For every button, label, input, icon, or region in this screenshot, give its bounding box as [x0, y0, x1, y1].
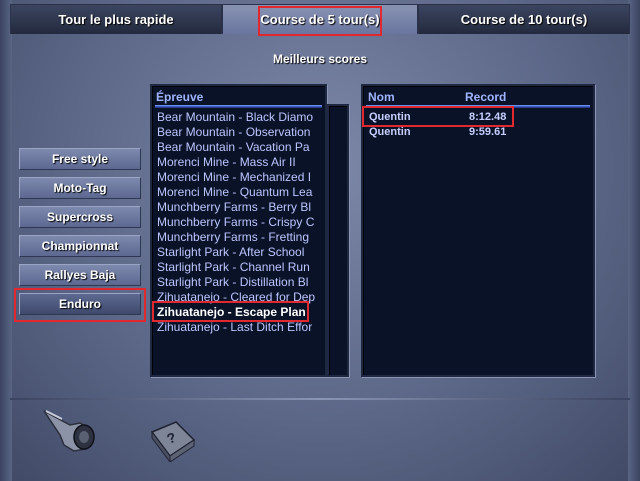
pointing-hand-icon[interactable] [40, 405, 102, 457]
mode-button-supercross[interactable]: Supercross [19, 206, 141, 228]
mode-button-baja-rally[interactable]: Rallyes Baja [19, 264, 141, 286]
track-list: Bear Mountain - Black Diamo Bear Mountai… [157, 110, 322, 335]
page-title: Meilleurs scores [272, 52, 368, 66]
score-record: 9:59.61 [469, 126, 507, 138]
list-item[interactable]: Munchberry Farms - Crispy C [157, 215, 322, 230]
list-item[interactable]: Munchberry Farms - Fretting [157, 230, 322, 245]
mode-button-championship[interactable]: Championnat [19, 235, 141, 257]
list-item[interactable]: Zihuatanejo - Last Ditch Effor [157, 320, 322, 335]
mode-button-freestyle[interactable]: Free style [19, 148, 141, 170]
score-name: Quentin [369, 111, 411, 123]
list-item[interactable]: Bear Mountain - Black Diamo [157, 110, 322, 125]
score-name: Quentin [369, 126, 411, 138]
list-item[interactable]: Morenci Mine - Quantum Lea [157, 185, 322, 200]
track-list-panel: Épreuve Bear Mountain - Black Diamo Bear… [150, 84, 327, 377]
track-header-divider [155, 105, 322, 108]
score-panel: Nom Record Quentin 8:12.48 Quentin 9:59.… [361, 84, 595, 377]
list-item[interactable]: Morenci Mine - Mechanized I [157, 170, 322, 185]
tab-5-laps[interactable]: Course de 5 tour(s) [222, 4, 418, 34]
score-row: Quentin 8:12.48 [369, 111, 584, 125]
track-column-header: Épreuve [156, 90, 204, 104]
record-column-header: Record [465, 90, 507, 104]
score-record: 8:12.48 [469, 111, 507, 123]
name-column-header: Nom [368, 90, 395, 104]
list-item[interactable]: Starlight Park - Channel Run [157, 260, 322, 275]
track-list-scrollbar[interactable] [327, 104, 349, 377]
mode-button-moto-tag[interactable]: Moto-Tag [19, 177, 141, 199]
list-item[interactable]: Bear Mountain - Vacation Pa [157, 140, 322, 155]
tab-fastest-lap[interactable]: Tour le plus rapide [10, 4, 222, 34]
list-item[interactable]: Zihuatanejo - Cleared for Dep [157, 290, 322, 305]
list-item[interactable]: Bear Mountain - Observation [157, 125, 322, 140]
list-item-selected[interactable]: Zihuatanejo - Escape Plan [157, 305, 322, 320]
tab-10-laps[interactable]: Course de 10 tour(s) [418, 4, 630, 34]
list-item[interactable]: Starlight Park - After School [157, 245, 322, 260]
mode-button-enduro[interactable]: Enduro [19, 293, 141, 315]
bottom-divider [10, 398, 630, 400]
help-book-icon[interactable]: ? [148, 418, 198, 464]
frame-edge-left [0, 0, 12, 481]
score-row: Quentin 9:59.61 [369, 126, 584, 140]
frame-edge-right [628, 0, 640, 481]
list-item[interactable]: Munchberry Farms - Berry Bl [157, 200, 322, 215]
score-header-divider [366, 105, 590, 108]
list-item[interactable]: Starlight Park - Distillation Bl [157, 275, 322, 290]
list-item[interactable]: Morenci Mine - Mass Air II [157, 155, 322, 170]
